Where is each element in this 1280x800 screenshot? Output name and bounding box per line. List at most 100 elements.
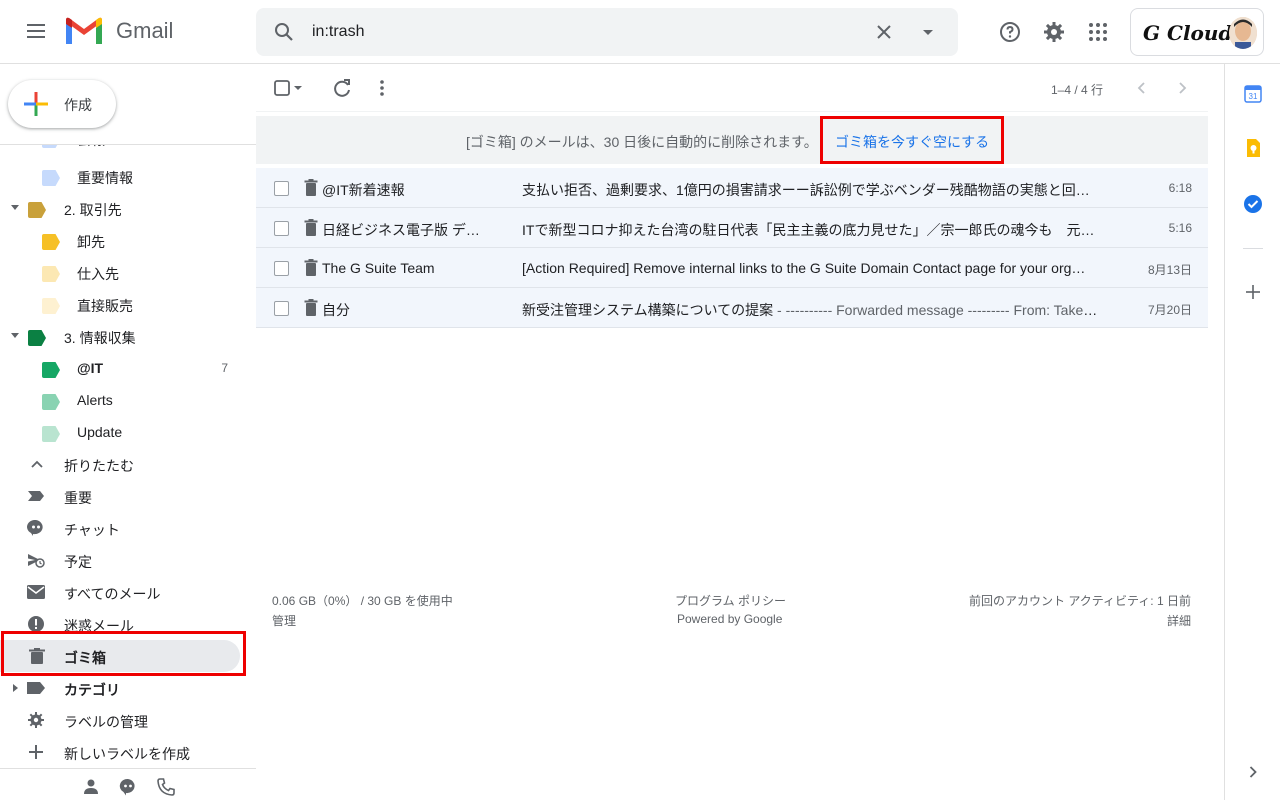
sidebar-item-info-gathering[interactable]: 3. 情報収集 bbox=[0, 320, 240, 352]
search-options-dropdown-icon[interactable] bbox=[916, 20, 940, 44]
calendar-icon[interactable]: 31 bbox=[1243, 84, 1263, 104]
email-row[interactable]: 日経ビジネス電子版 デ… ITで新型コロナ抑えた台湾の駐日代表「民主主義の底力見… bbox=[256, 208, 1208, 248]
row-checkbox[interactable] bbox=[274, 261, 289, 276]
label-tag-icon bbox=[42, 145, 60, 148]
expand-caret-icon[interactable] bbox=[10, 684, 20, 692]
trash-icon bbox=[304, 219, 318, 236]
sidebar-item-categories[interactable]: カテゴリ bbox=[0, 672, 240, 704]
program-policy-link[interactable]: プログラム ポリシー bbox=[675, 592, 786, 609]
sidebar-item-label: 卸先 bbox=[77, 234, 105, 250]
label-tag-icon bbox=[28, 330, 46, 346]
contacts-person-icon[interactable] bbox=[82, 778, 100, 796]
email-row[interactable]: @IT新着速報 支払い拒否、過剰要求、1億円の損害請求ーー訴訟例で学ぶベンダー残… bbox=[256, 168, 1208, 208]
mail-envelope-icon bbox=[27, 585, 45, 599]
toolbar: 1–4 / 4 行 bbox=[256, 64, 1208, 112]
apps-grid-icon[interactable] bbox=[1086, 20, 1110, 44]
hangouts-chat-icon[interactable] bbox=[119, 778, 137, 796]
account-button[interactable]: G Cloud bbox=[1130, 8, 1264, 56]
sidebar-item-label: すべてのメール bbox=[64, 586, 161, 602]
storage-usage: 0.06 GB（0%） / 30 GB を使用中 bbox=[272, 594, 453, 608]
email-row[interactable]: 自分 新受注管理システム構築についての提案 - ---------- Forwa… bbox=[256, 288, 1208, 328]
clear-search-icon[interactable] bbox=[872, 20, 896, 44]
manage-storage-link[interactable]: 管理 bbox=[272, 612, 296, 629]
email-date: 6:18 bbox=[1168, 181, 1192, 195]
sidebar-item-wholesale[interactable]: 卸先 bbox=[0, 224, 240, 256]
tasks-icon[interactable] bbox=[1243, 194, 1263, 214]
sidebar-item-chat[interactable]: チャット bbox=[0, 512, 240, 544]
email-subject: ITで新型コロナ抑えた台湾の駐日代表「民主主義の底力見せた」／宗一郎氏の魂今も … bbox=[522, 220, 1098, 240]
top-bar: Gmail in:trash G Cloud bbox=[0, 0, 1280, 64]
keep-icon[interactable] bbox=[1243, 138, 1263, 158]
label-tag-icon bbox=[42, 426, 60, 442]
activity-details-link[interactable]: 詳細 bbox=[1167, 612, 1191, 629]
side-panel-divider bbox=[1243, 248, 1263, 249]
sidebar-item-label: チャット bbox=[64, 522, 120, 538]
chevron-right-icon[interactable] bbox=[1170, 76, 1194, 100]
sidebar-item-collapse[interactable]: 折りたたむ bbox=[0, 448, 240, 480]
search-icon[interactable] bbox=[272, 20, 296, 44]
row-checkbox[interactable] bbox=[274, 221, 289, 236]
email-date: 8月13日 bbox=[1147, 263, 1192, 277]
help-icon[interactable] bbox=[998, 20, 1022, 44]
sidebar-item-manage-labels[interactable]: ラベルの管理 bbox=[0, 704, 240, 736]
compose-button[interactable]: 作成 bbox=[8, 80, 116, 128]
gmail-logo-icon[interactable] bbox=[64, 16, 104, 48]
trash-notice-text: [ゴミ箱] のメールは、30 日後に自動的に削除されます。 bbox=[466, 134, 818, 150]
trash-icon bbox=[304, 179, 318, 196]
sidebar-item-business-partners[interactable]: 2. 取引先 bbox=[0, 192, 240, 224]
sidebar-item-update[interactable]: Update bbox=[0, 416, 240, 448]
select-dropdown-icon[interactable] bbox=[292, 76, 304, 100]
search-input[interactable] bbox=[312, 20, 872, 44]
calendar-day: 31 bbox=[1249, 92, 1258, 101]
label-tag-icon bbox=[42, 298, 60, 314]
email-row[interactable]: The G Suite Team [Action Required] Remov… bbox=[256, 248, 1208, 288]
add-addon-plus-icon[interactable] bbox=[1243, 282, 1263, 302]
sidebar-item-label: 新しいラベルを作成 bbox=[64, 746, 190, 762]
sidebar-item-create-label[interactable]: 新しいラベルを作成 bbox=[0, 736, 240, 768]
chevron-left-icon[interactable] bbox=[1130, 76, 1154, 100]
email-subject-text: ITで新型コロナ抑えた台湾の駐日代表「民主主義の底力見せた」／宗一郎氏の魂今も … bbox=[522, 222, 1095, 238]
email-date: 5:16 bbox=[1168, 221, 1192, 235]
sidebar-item-scheduled[interactable]: 予定 bbox=[0, 544, 240, 576]
sidebar-item-atmarkit[interactable]: @IT 7 bbox=[0, 352, 240, 384]
sidebar-item-label: @IT bbox=[77, 360, 104, 376]
trash-icon bbox=[304, 259, 318, 276]
sidebar-item-suppliers[interactable]: 仕入先 bbox=[0, 256, 240, 288]
label-tag-icon bbox=[42, 170, 60, 186]
sidebar-item-all-mail[interactable]: すべてのメール bbox=[0, 576, 240, 608]
email-date: 7月20日 bbox=[1147, 303, 1192, 317]
sidebar-item-important[interactable]: 重要 bbox=[0, 480, 240, 512]
chevron-up-icon bbox=[31, 460, 43, 468]
pagination-text: 1–4 / 4 行 bbox=[1051, 83, 1104, 97]
label-tag-icon bbox=[42, 266, 60, 282]
last-activity-text: 前回のアカウント アクティビティ: 1 日前 bbox=[969, 594, 1191, 608]
refresh-icon[interactable] bbox=[330, 76, 354, 100]
sidebar-item-label: 仕入先 bbox=[77, 266, 119, 282]
sidebar-item-label: 直接販売 bbox=[77, 298, 133, 314]
expand-panel-chevron-icon[interactable] bbox=[1243, 762, 1263, 782]
trash-highlight-box bbox=[1, 631, 246, 676]
sidebar-item-alerts[interactable]: Alerts bbox=[0, 384, 240, 416]
settings-gear-icon[interactable] bbox=[1042, 20, 1066, 44]
app-name[interactable]: Gmail bbox=[116, 18, 173, 44]
important-marker-icon bbox=[28, 491, 44, 501]
empty-trash-button[interactable]: ゴミ箱を今すぐ空にする bbox=[820, 116, 1004, 164]
row-checkbox[interactable] bbox=[274, 301, 289, 316]
sidebar-item-newsletter[interactable]: 会報 bbox=[0, 145, 240, 154]
email-subject-text: 新受注管理システム構築についての提案 bbox=[522, 302, 774, 318]
more-options-icon[interactable] bbox=[370, 76, 394, 100]
collapse-caret-icon[interactable] bbox=[10, 332, 20, 340]
main-menu-icon[interactable] bbox=[24, 20, 48, 44]
label-tag-icon bbox=[28, 202, 46, 218]
label-tag-icon bbox=[42, 362, 60, 378]
sidebar-item-label: 3. 情報収集 bbox=[64, 330, 136, 346]
row-checkbox[interactable] bbox=[274, 181, 289, 196]
email-subject: 支払い拒否、過剰要求、1億円の損害請求ーー訴訟例で学ぶベンダー残酷物語の実態と回… bbox=[522, 180, 1098, 200]
sidebar-item-label: ラベルの管理 bbox=[64, 714, 148, 730]
sidebar-item-important-info[interactable]: 重要情報 bbox=[0, 160, 240, 192]
sidebar-item-direct-sales[interactable]: 直接販売 bbox=[0, 288, 240, 320]
unread-count: 7 bbox=[221, 361, 228, 375]
label-tag-icon bbox=[42, 394, 60, 410]
collapse-caret-icon[interactable] bbox=[10, 204, 20, 212]
phone-icon[interactable] bbox=[157, 778, 175, 796]
